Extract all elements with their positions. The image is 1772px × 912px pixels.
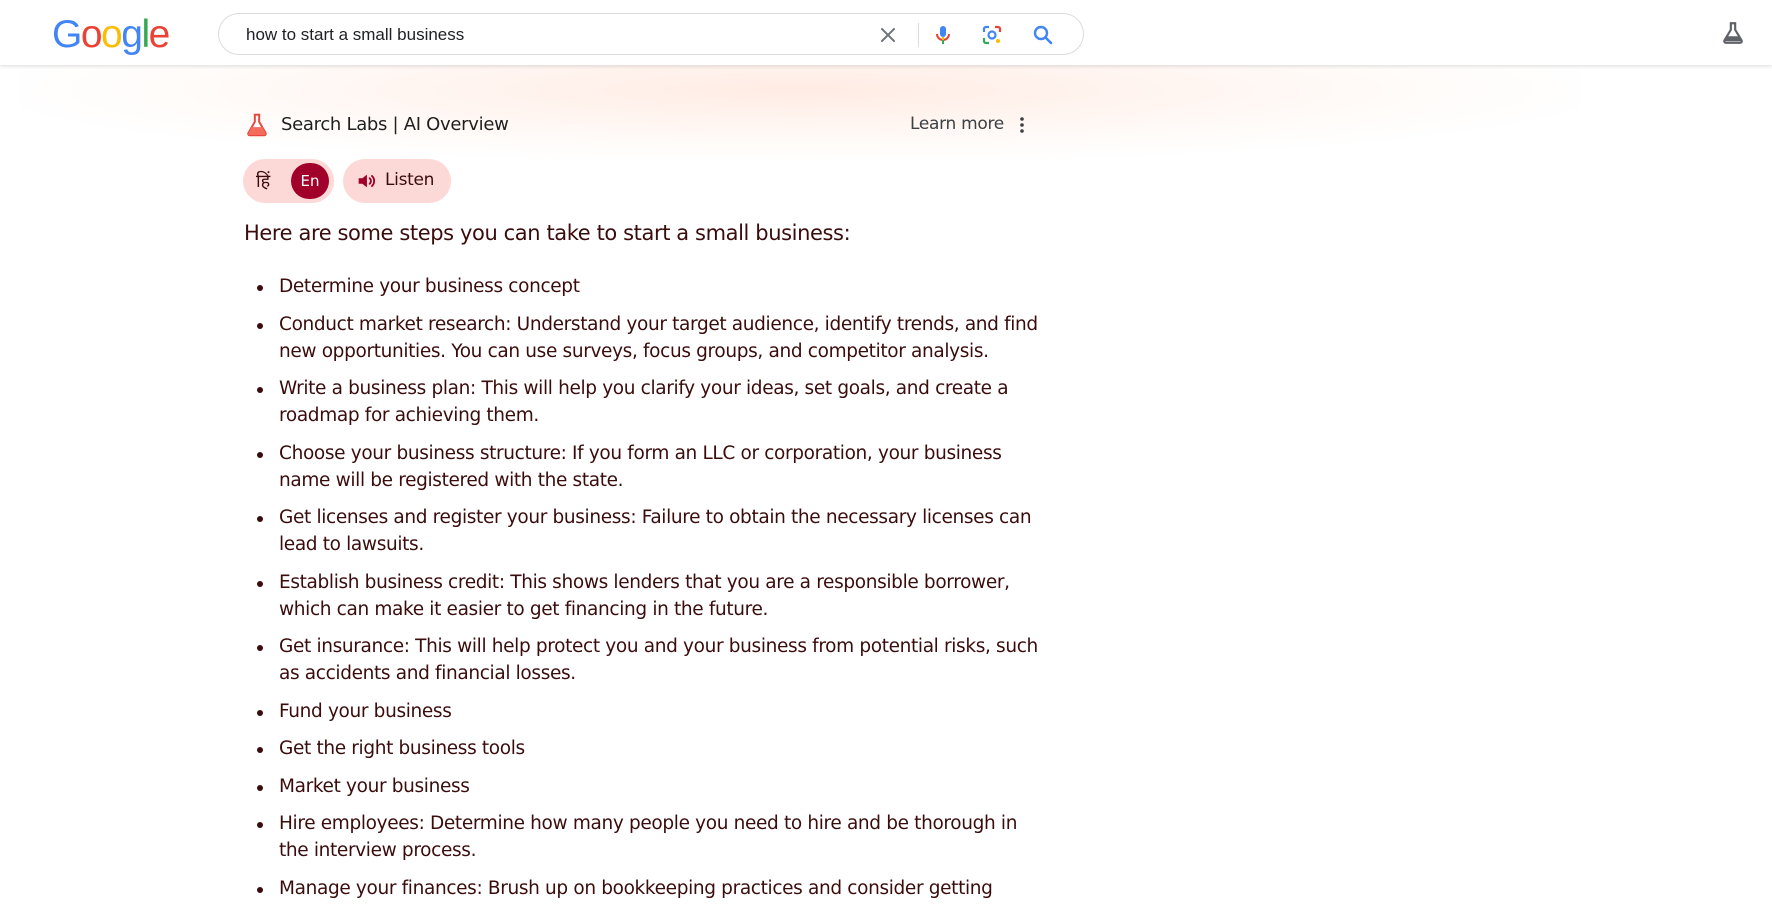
ai-overview-glow: [20, 60, 1580, 160]
speaker-icon: [358, 174, 376, 188]
list-item: Hire employees: Determine how many peopl…: [244, 810, 1044, 864]
google-logo[interactable]: Google: [52, 13, 171, 57]
lang-english-option[interactable]: En: [291, 163, 329, 199]
list-item: Get licenses and register your business:…: [244, 504, 1044, 558]
logo-letter: l: [141, 13, 150, 56]
list-item: Conduct market research: Understand your…: [244, 311, 1044, 365]
learn-more-link[interactable]: Learn more: [910, 114, 1004, 134]
ai-overview-intro: Here are some steps you can take to star…: [244, 221, 851, 245]
labs-flask-icon[interactable]: [1720, 20, 1746, 46]
listen-button[interactable]: Listen: [343, 159, 451, 203]
list-item: Write a business plan: This will help yo…: [244, 375, 1044, 429]
lens-icon[interactable]: [980, 23, 1004, 47]
search-input[interactable]: how to start a small business: [246, 25, 464, 45]
list-item: Get the right business tools: [244, 735, 1044, 762]
mic-icon[interactable]: [931, 23, 955, 47]
ai-overview-title: Search Labs | AI Overview: [281, 114, 509, 135]
search-box[interactable]: how to start a small business: [218, 13, 1084, 55]
search-icon[interactable]: [1031, 23, 1055, 47]
list-item: Manage your finances: Brush up on bookke…: [244, 875, 1044, 902]
listen-label: Listen: [385, 170, 435, 190]
more-options-icon[interactable]: [1010, 113, 1034, 137]
ai-overview-header: Search Labs | AI Overview Learn more: [244, 112, 1034, 138]
language-toggle: हिं En: [243, 159, 334, 203]
logo-letter: o: [80, 13, 103, 56]
list-item: Establish business credit: This shows le…: [244, 569, 1044, 623]
list-item: Market your business: [244, 773, 1044, 800]
steps-list: Determine your business concept Conduct …: [244, 273, 1044, 912]
logo-letter: e: [148, 13, 171, 56]
top-bar: Google how to start a small business: [0, 0, 1772, 65]
lang-hindi-option[interactable]: हिं: [256, 169, 270, 193]
search-divider: [918, 23, 919, 47]
logo-letter: g: [121, 13, 143, 56]
logo-letter: o: [101, 13, 123, 56]
list-item: Choose your business structure: If you f…: [244, 440, 1044, 494]
labs-flask-icon: [247, 113, 267, 137]
list-item: Determine your business concept: [244, 273, 1044, 300]
clear-icon[interactable]: [876, 23, 900, 47]
logo-letter: G: [52, 13, 82, 56]
list-item: Get insurance: This will help protect yo…: [244, 633, 1044, 687]
list-item: Fund your business: [244, 698, 1044, 725]
